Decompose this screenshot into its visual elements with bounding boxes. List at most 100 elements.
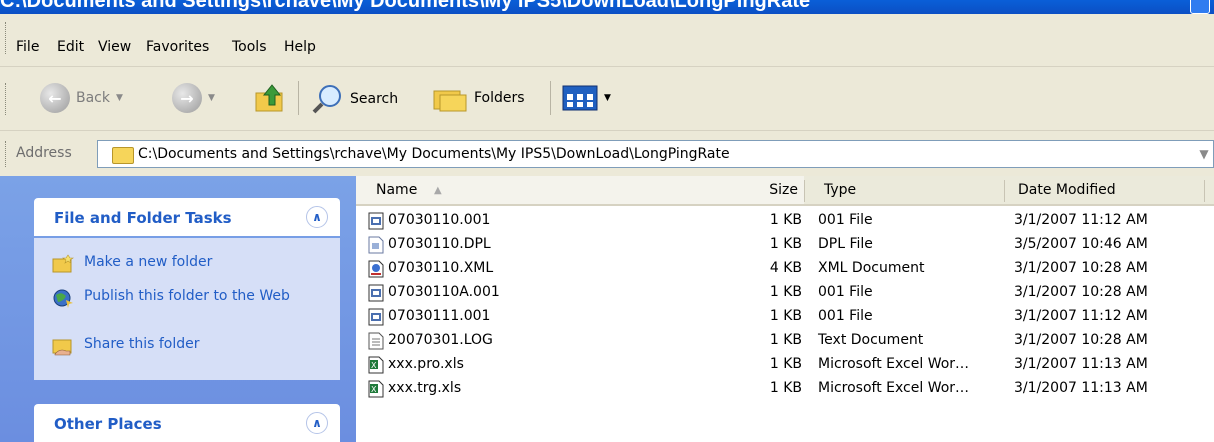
views-icon bbox=[562, 85, 598, 111]
file-row[interactable]: 07030110A.001 1 KB 001 File 3/1/2007 10:28 … bbox=[356, 282, 1214, 305]
chevron-down-icon: ▼ bbox=[208, 93, 215, 103]
column-divider[interactable] bbox=[1204, 180, 1205, 202]
file-name: 07030110.001 bbox=[388, 212, 491, 228]
column-type-label[interactable]: Type bbox=[824, 182, 856, 198]
up-folder-icon bbox=[255, 84, 283, 112]
xml-file-icon bbox=[368, 260, 384, 278]
file-date: 3/5/2007 10:46 AM bbox=[1014, 236, 1148, 252]
file-type: Text Document bbox=[818, 332, 924, 348]
column-header-row: Name ▲ Size Type Date Modified bbox=[356, 176, 1214, 206]
column-header-name[interactable]: Name ▲ bbox=[356, 176, 804, 204]
generic-file-icon bbox=[368, 284, 384, 302]
menu-favorites[interactable]: Favorites bbox=[146, 39, 209, 55]
panel-title: File and Folder Tasks bbox=[54, 209, 232, 227]
file-date: 3/1/2007 10:28 AM bbox=[1014, 260, 1148, 276]
file-name: 07030110A.001 bbox=[388, 284, 500, 300]
title-bar: C:\Documents and Settings\rchave\My Docu… bbox=[0, 0, 1214, 14]
collapse-icon[interactable]: ∧ bbox=[306, 206, 328, 228]
column-size-label[interactable]: Size bbox=[758, 182, 798, 198]
file-name: xxx.trg.xls bbox=[388, 380, 462, 396]
column-divider[interactable] bbox=[804, 180, 805, 202]
address-input[interactable]: C:\Documents and Settings\rchave\My Docu… bbox=[97, 140, 1214, 168]
file-date: 3/1/2007 11:12 AM bbox=[1014, 308, 1148, 324]
collapse-icon[interactable]: ∧ bbox=[306, 412, 328, 434]
menu-grip bbox=[5, 22, 9, 54]
menu-file[interactable]: File bbox=[16, 39, 39, 55]
file-row[interactable]: 07030111.001 1 KB 001 File 3/1/2007 11:12 A… bbox=[356, 306, 1214, 329]
file-row[interactable]: Xxxx.trg.xls 1 KB Microsoft Excel Wor… 3/1/… bbox=[356, 378, 1214, 401]
menu-help[interactable]: Help bbox=[284, 39, 316, 55]
generic-file-icon bbox=[368, 308, 384, 326]
task-publish-folder[interactable]: Publish this folder to the Web bbox=[52, 288, 304, 308]
forward-button[interactable]: → ▼ bbox=[172, 83, 215, 113]
window-title: C:\Documents and Settings\rchave\My Docu… bbox=[0, 0, 811, 12]
column-divider[interactable] bbox=[1004, 180, 1005, 202]
folders-label: Folders bbox=[474, 90, 525, 106]
back-button[interactable]: ← Back ▼ bbox=[40, 83, 123, 113]
file-size: 1 KB bbox=[769, 212, 802, 228]
folders-button[interactable]: Folders bbox=[432, 83, 525, 113]
address-bar: Address C:\Documents and Settings\rchave… bbox=[0, 130, 1214, 177]
folder-icon bbox=[112, 147, 134, 164]
search-button[interactable]: Search bbox=[310, 83, 398, 115]
file-list: Name ▲ Size Type Date Modified 07030110.… bbox=[356, 176, 1214, 442]
excel-file-icon: X bbox=[368, 356, 384, 374]
up-folder-button[interactable] bbox=[254, 81, 288, 115]
other-places-header[interactable]: Other Places ∧ bbox=[34, 404, 340, 442]
back-label: Back bbox=[76, 90, 110, 106]
file-type: Microsoft Excel Wor… bbox=[818, 356, 970, 372]
svg-text:X: X bbox=[371, 385, 377, 394]
file-type: DPL File bbox=[818, 236, 873, 252]
share-folder-icon bbox=[52, 339, 72, 356]
address-grip bbox=[5, 141, 9, 167]
column-date-label[interactable]: Date Modified bbox=[1018, 182, 1116, 198]
globe-icon bbox=[53, 289, 73, 308]
file-name: xxx.pro.xls bbox=[388, 356, 464, 372]
file-type: XML Document bbox=[818, 260, 925, 276]
menu-edit[interactable]: Edit bbox=[57, 39, 84, 55]
menu-view[interactable]: View bbox=[98, 39, 131, 55]
task-label: Share this folder bbox=[84, 336, 200, 352]
column-name-label: Name bbox=[376, 182, 418, 198]
forward-arrow-icon: → bbox=[172, 83, 202, 113]
file-name: 07030110.DPL bbox=[388, 236, 491, 252]
file-type: Microsoft Excel Wor… bbox=[818, 380, 970, 396]
file-row[interactable]: Xxxx.pro.xls 1 KB Microsoft Excel Wor… 3/1/… bbox=[356, 354, 1214, 377]
file-name: 07030111.001 bbox=[388, 308, 491, 324]
file-row[interactable]: 07030110.XML 4 KB XML Document 3/1/2007 10:… bbox=[356, 258, 1214, 281]
file-row[interactable]: 07030110.DPL 1 KB DPL File 3/5/2007 10:46 A… bbox=[356, 234, 1214, 257]
task-label: Make a new folder bbox=[84, 254, 213, 270]
excel-file-icon: X bbox=[368, 380, 384, 398]
chevron-down-icon[interactable]: ▼ bbox=[1195, 141, 1213, 167]
back-arrow-icon: ← bbox=[40, 83, 70, 113]
chevron-down-icon: ▼ bbox=[116, 93, 123, 103]
file-type: 001 File bbox=[818, 308, 873, 324]
task-share-folder[interactable]: Share this folder bbox=[52, 336, 304, 356]
minimize-button[interactable] bbox=[1190, 0, 1210, 14]
menu-tools[interactable]: Tools bbox=[232, 39, 267, 55]
views-button[interactable]: ▼ bbox=[562, 85, 611, 111]
file-size: 1 KB bbox=[769, 308, 802, 324]
file-name: 20070301.LOG bbox=[388, 332, 493, 348]
folders-icon bbox=[433, 90, 467, 112]
menu-bar: File Edit View Favorites Tools Help bbox=[0, 14, 1214, 66]
file-type: 001 File bbox=[818, 284, 873, 300]
file-date: 3/1/2007 10:28 AM bbox=[1014, 332, 1148, 348]
file-row[interactable]: 20070301.LOG 1 KB Text Document 3/1/2007 10… bbox=[356, 330, 1214, 353]
file-type: 001 File bbox=[818, 212, 873, 228]
text-file-icon bbox=[368, 332, 384, 350]
file-date: 3/1/2007 10:28 AM bbox=[1014, 284, 1148, 300]
svg-text:X: X bbox=[371, 361, 377, 370]
new-folder-icon bbox=[52, 254, 74, 273]
search-icon bbox=[312, 85, 341, 114]
address-label: Address bbox=[16, 145, 72, 161]
file-date: 3/1/2007 11:13 AM bbox=[1014, 380, 1148, 396]
file-folder-tasks-header[interactable]: File and Folder Tasks ∧ bbox=[34, 198, 340, 236]
file-row[interactable]: 07030110.001 1 KB 001 File 3/1/2007 11:12 A… bbox=[356, 210, 1214, 233]
toolbar-separator bbox=[550, 81, 551, 115]
search-label: Search bbox=[350, 91, 399, 107]
task-make-folder[interactable]: Make a new folder bbox=[52, 254, 304, 274]
toolbar-grip bbox=[5, 83, 9, 115]
address-path: C:\Documents and Settings\rchave\My Docu… bbox=[138, 146, 730, 162]
sort-ascending-icon: ▲ bbox=[434, 185, 442, 196]
